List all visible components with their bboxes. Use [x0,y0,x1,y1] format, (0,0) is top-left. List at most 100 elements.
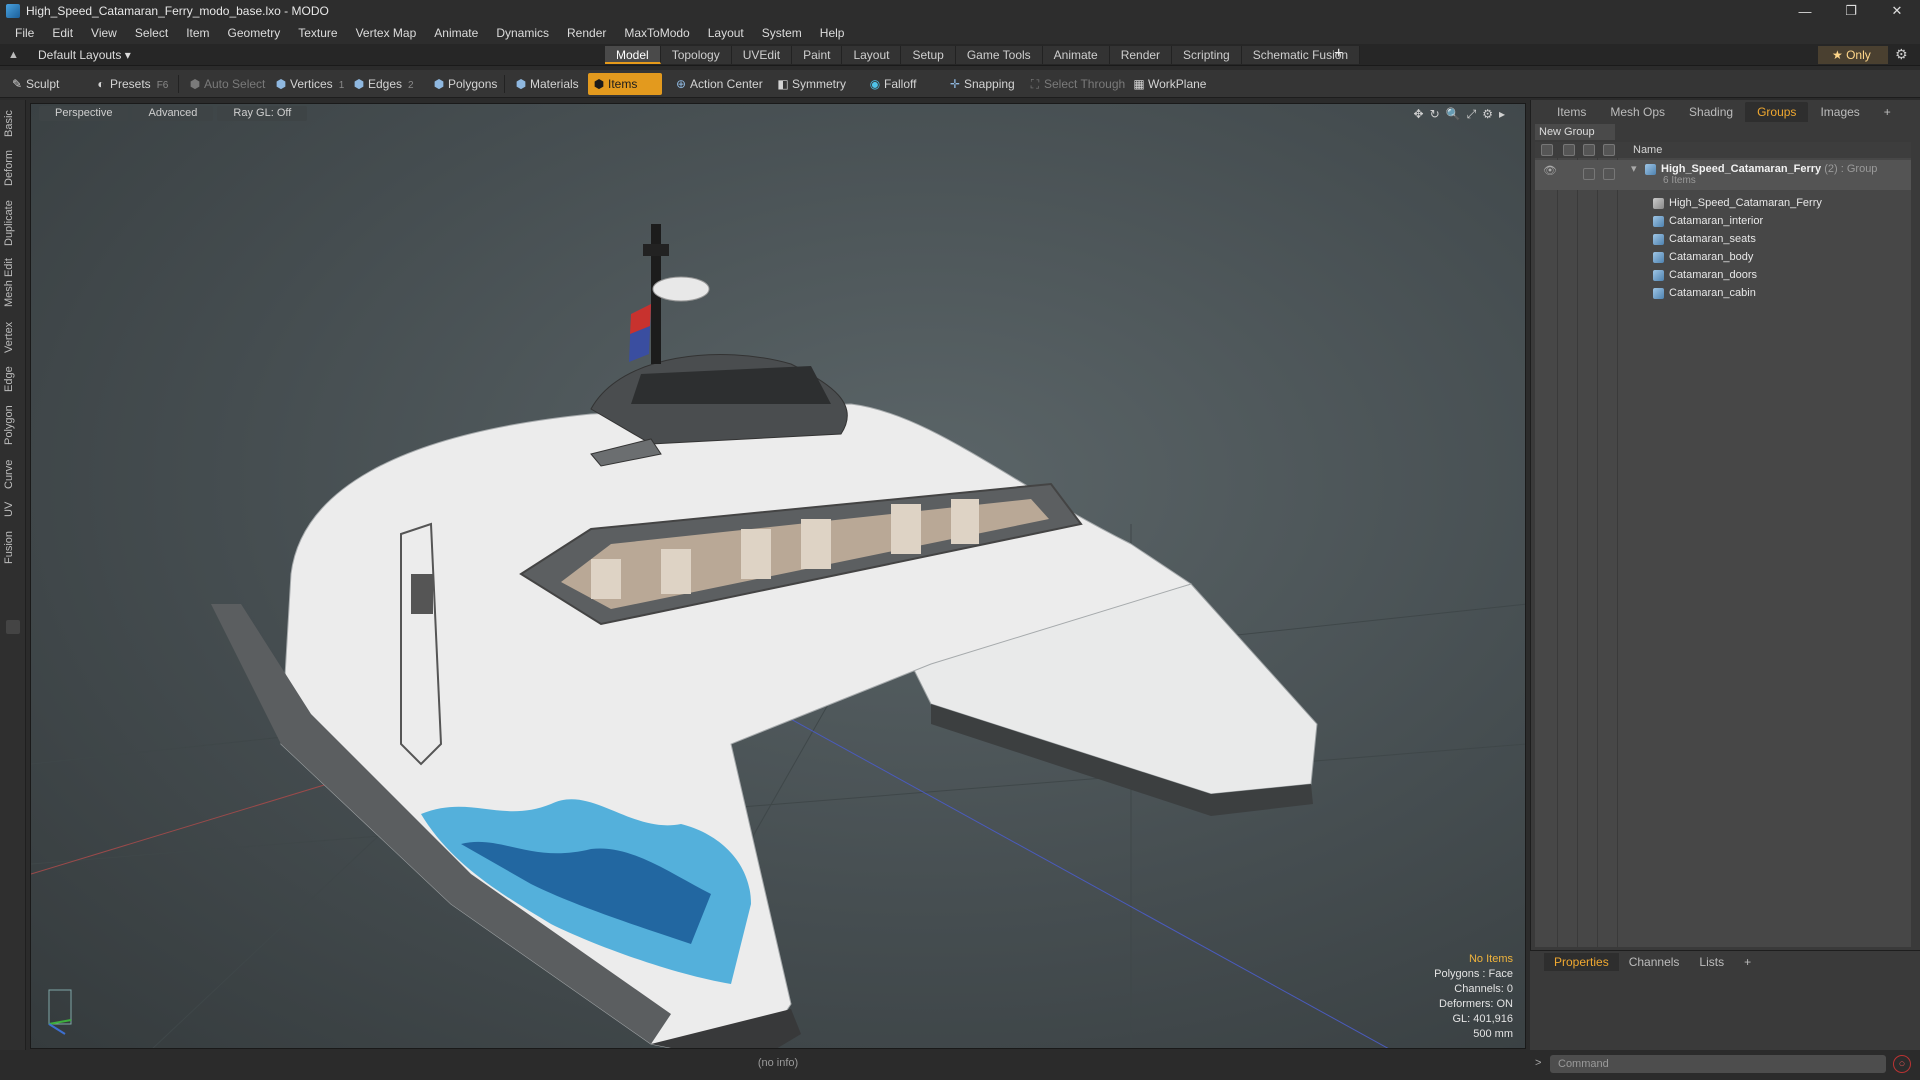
render-column-icon[interactable] [1563,144,1575,156]
vtab-vertex[interactable]: Vertex [3,318,23,356]
command-input[interactable]: Command [1550,1055,1886,1073]
tab-properties[interactable]: Properties [1544,953,1619,971]
vtab-fusion[interactable]: Fusion [3,528,23,566]
polygons-button[interactable]: ⬢ Polygons [428,73,505,95]
tab-groups[interactable]: Groups [1745,102,1809,122]
add-panel-tab-button[interactable]: + [1872,102,1903,122]
zoom-icon[interactable]: 🔍 [1446,107,1461,122]
group-visibility-eye-icon[interactable]: 👁 [1543,162,1557,180]
vtab-duplicate[interactable]: Duplicate [3,196,23,250]
vtab-deform[interactable]: Deform [3,148,23,188]
add-bottom-tab-button[interactable]: + [1734,953,1761,971]
sculpt-button[interactable]: ✎ Sculpt [6,73,67,95]
items-button[interactable]: ⬢ Items [588,73,662,95]
layout-gear-icon[interactable]: ⚙ [1895,46,1908,63]
tab-channels[interactable]: Channels [1619,953,1690,971]
tab-paint[interactable]: Paint [792,46,843,64]
vtab-edge[interactable]: Edge [3,362,23,396]
tree-item[interactable]: Catamaran_interior [1535,212,1911,230]
tab-layout[interactable]: Layout [842,46,902,64]
menu-file[interactable]: File [6,26,43,40]
locator-icon [1653,198,1664,209]
menu-select[interactable]: Select [126,26,177,40]
tab-lists[interactable]: Lists [1689,953,1734,971]
tab-game-tools[interactable]: Game Tools [955,46,1043,64]
toggle-panel-icon[interactable] [6,620,20,634]
visibility-column-icon[interactable] [1541,144,1553,156]
menu-view[interactable]: View [82,26,126,40]
group-select-icon[interactable] [1603,168,1615,180]
maximize-button[interactable]: ❐ [1828,0,1874,22]
tab-mesh-ops[interactable]: Mesh Ops [1598,102,1677,122]
menu-geometry[interactable]: Geometry [219,26,290,40]
tree-item[interactable]: Catamaran_cabin [1535,284,1911,302]
menu-edit[interactable]: Edit [43,26,82,40]
menu-item[interactable]: Item [177,26,218,40]
tab-shading[interactable]: Shading [1677,102,1745,122]
vtab-basic[interactable]: Basic [3,106,23,142]
menu-layout[interactable]: Layout [699,26,753,40]
group-expand-icon[interactable]: ▾ [1631,160,1637,178]
vtab-curve[interactable]: Curve [3,456,23,492]
tab-setup[interactable]: Setup [901,46,956,64]
close-button[interactable]: ✕ [1874,0,1920,22]
group-lock-icon[interactable] [1583,168,1595,180]
edges-button[interactable]: ⬢ Edges 2 [348,73,422,95]
group-row[interactable]: 👁 ▾ High_Speed_Catamaran_Ferry (2) : Gro… [1535,160,1911,190]
snapping-icon: ✛ [949,77,961,91]
vtab-mesh-edit[interactable]: Mesh Edit [3,256,23,310]
lock-column-icon[interactable] [1583,144,1595,156]
default-layouts-dropdown[interactable]: Default Layouts ▾ [38,48,131,62]
menu-maxtomodo[interactable]: MaxToModo [615,26,698,40]
layout-collapse-icon[interactable]: ▲ [8,49,20,61]
select-column-icon[interactable] [1603,144,1615,156]
tab-items[interactable]: Items [1545,102,1598,122]
vtab-polygon[interactable]: Polygon [3,402,23,448]
vertices-button[interactable]: ⬢ Vertices 1 [270,73,352,95]
minimize-button[interactable]: — [1782,0,1828,22]
menu-system[interactable]: System [753,26,811,40]
tree-item[interactable]: Catamaran_body [1535,248,1911,266]
menu-dynamics[interactable]: Dynamics [487,26,558,40]
menu-animate[interactable]: Animate [425,26,487,40]
auto-select-button[interactable]: ⬢ Auto Select [184,73,273,95]
menu-render[interactable]: Render [558,26,615,40]
tree-item[interactable]: Catamaran_seats [1535,230,1911,248]
rotate-icon[interactable]: ↻ [1430,107,1440,122]
tab-uvedit[interactable]: UVEdit [731,46,793,64]
vtab-uv[interactable]: UV [3,498,23,520]
snapping-button[interactable]: ✛ Snapping [944,73,1023,95]
tree-item[interactable]: Catamaran_doors [1535,266,1911,284]
menu-help[interactable]: Help [811,26,854,40]
menu-texture[interactable]: Texture [289,26,346,40]
only-button[interactable]: ★ Only [1818,46,1888,64]
scene-render [31,224,1525,1048]
falloff-button[interactable]: ◉ Falloff [864,73,924,95]
presets-button[interactable]: ◐ Presets F6 [90,73,176,95]
new-group-button[interactable]: New Group [1535,124,1615,140]
view-shading-button[interactable]: Advanced [132,106,214,121]
select-through-button[interactable]: ⛶ Select Through [1024,73,1133,95]
materials-button[interactable]: ⬢ Materials [510,73,587,95]
command-history-button[interactable]: ○ [1893,1055,1911,1073]
pan-icon[interactable]: ✥ [1414,107,1424,122]
tab-render[interactable]: Render [1109,46,1173,64]
tab-animate[interactable]: Animate [1042,46,1110,64]
tab-model[interactable]: Model [605,46,661,64]
raygl-button[interactable]: Ray GL: Off [217,106,308,121]
tree-item[interactable]: High_Speed_Catamaran_Ferry [1535,194,1911,212]
tab-scripting[interactable]: Scripting [1172,46,1242,64]
symmetry-button[interactable]: ◧ Symmetry [772,73,854,95]
3d-viewport[interactable]: Perspective Advanced Ray GL: Off ✥ ↻ 🔍 ⤢… [30,103,1526,1049]
tab-topology[interactable]: Topology [660,46,732,64]
action-center-button[interactable]: ⊕ Action Center [670,73,771,95]
viewport-expand-icon[interactable]: ▸ [1499,107,1505,122]
viewport-settings-icon[interactable]: ⚙ [1482,107,1493,122]
tab-images[interactable]: Images [1808,102,1871,122]
fit-icon[interactable]: ⤢ [1467,107,1477,122]
menu-vertex-map[interactable]: Vertex Map [347,26,426,40]
add-tab-button[interactable]: + [1334,46,1343,62]
name-column-header[interactable]: Name [1633,144,1662,156]
workplane-button[interactable]: ▦ WorkPlane [1128,73,1214,95]
view-perspective-button[interactable]: Perspective [39,106,129,121]
